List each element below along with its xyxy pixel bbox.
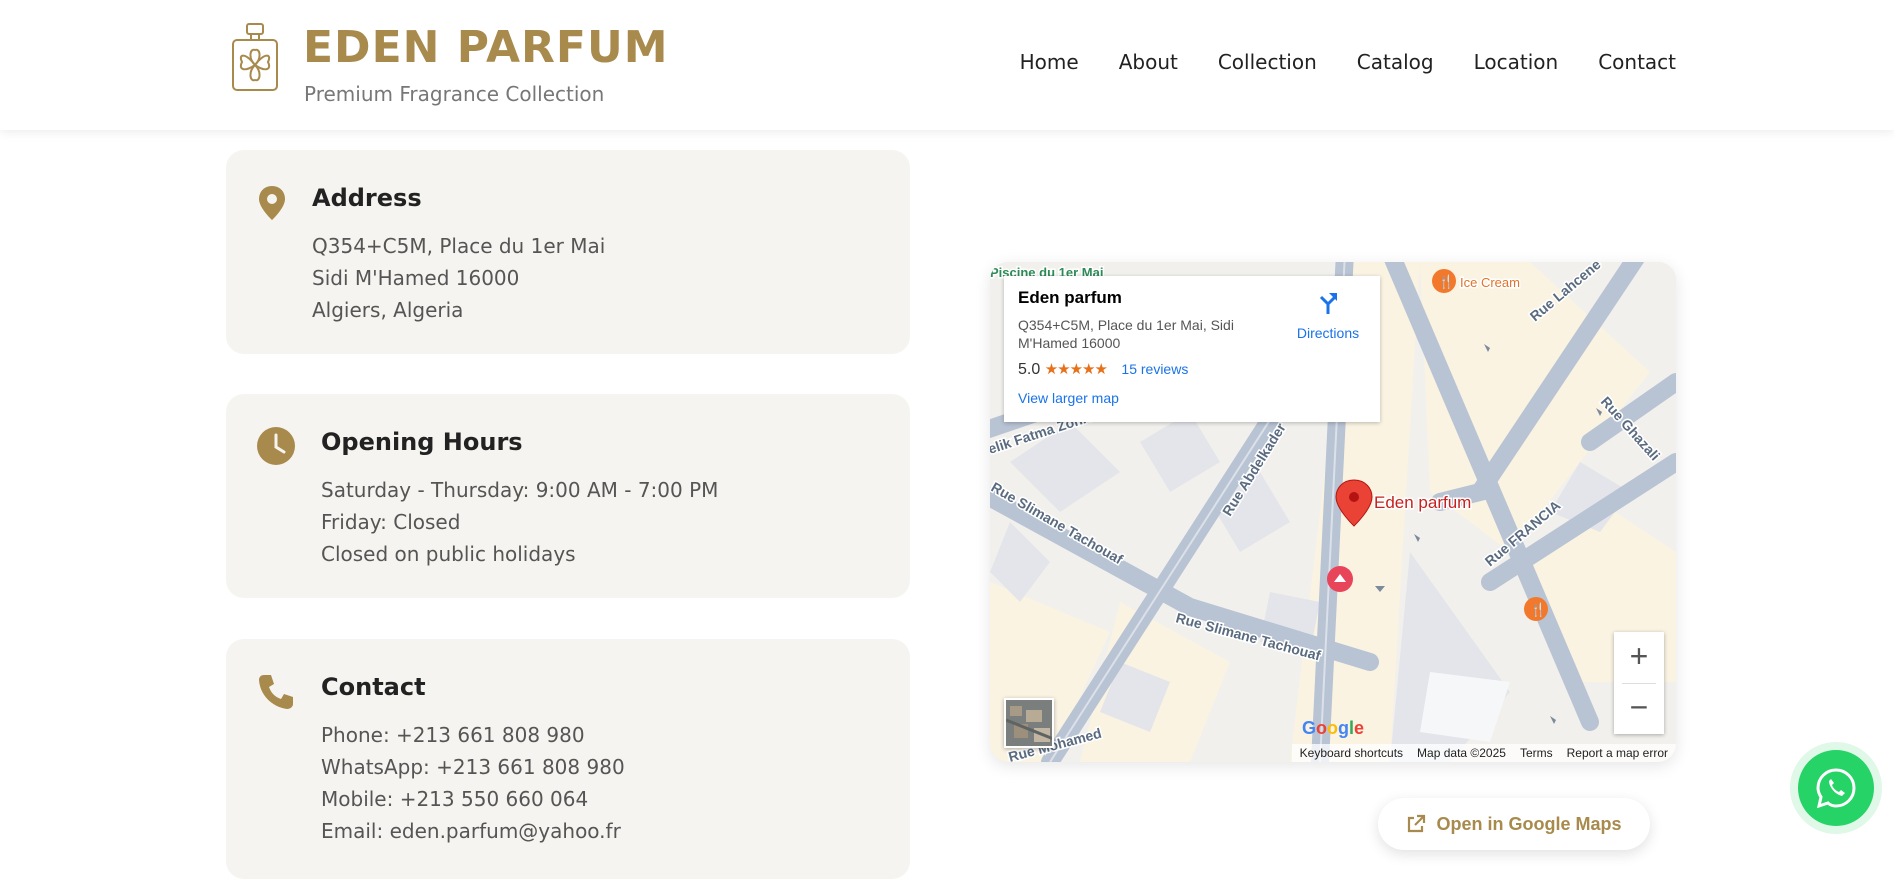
address-title: Address [312,184,422,212]
nav-contact[interactable]: Contact [1598,50,1676,74]
zoom-divider [1622,683,1656,684]
main-nav: Home About Collection Catalog Location C… [1020,50,1676,74]
nav-collection[interactable]: Collection [1218,50,1317,74]
place-rating: 5.0 ★★★★★ 15 reviews [1018,360,1188,379]
terms-link[interactable]: Terms [1520,746,1553,760]
contact-email[interactable]: Email: eden.parfum@yahoo.fr [321,815,625,847]
site-header: EDEN PARFUM Premium Fragrance Collection… [0,0,1894,130]
whatsapp-float-button[interactable] [1790,742,1882,834]
brand-tagline: Premium Fragrance Collection [304,82,605,106]
address-line: Q354+C5M, Place du 1er Mai [312,234,606,258]
nav-location[interactable]: Location [1474,50,1559,74]
contact-whatsapp[interactable]: WhatsApp: +213 661 808 980 [321,751,625,783]
location-pin-icon [259,186,285,220]
open-in-google-maps-button[interactable]: Open in Google Maps [1378,798,1650,850]
whatsapp-icon [1816,768,1856,809]
open-maps-label: Open in Google Maps [1436,813,1622,834]
directions-icon [1319,293,1337,314]
directions-button[interactable]: Directions [1288,290,1368,341]
rating-value: 5.0 [1018,361,1041,378]
nav-catalog[interactable]: Catalog [1357,50,1434,74]
restaurant-poi-icon: 🍴 [1524,597,1548,621]
poi-ice-cream-label: Ice Cream [1460,275,1520,290]
hours-line: Closed on public holidays [321,542,576,566]
hours-line: Friday: Closed [321,510,461,534]
satellite-toggle-button[interactable] [1004,698,1054,748]
svg-text:🍴: 🍴 [1438,274,1454,290]
external-link-icon [1408,814,1426,833]
report-error-link[interactable]: Report a map error [1567,746,1668,760]
contact-card: Contact Phone: +213 661 808 980 WhatsApp… [226,639,910,879]
map-footer: Keyboard shortcuts Map data ©2025 Terms … [1291,744,1676,762]
view-larger-map-link[interactable]: View larger map [1018,390,1119,406]
hours-title: Opening Hours [321,428,523,456]
keyboard-shortcuts-link[interactable]: Keyboard shortcuts [1300,746,1403,760]
nav-about[interactable]: About [1119,50,1178,74]
nav-home[interactable]: Home [1020,50,1079,74]
perfume-bottle-logo-icon[interactable] [230,22,280,92]
marker-label: Eden parfum [1374,493,1471,512]
zoom-controls: + − [1614,632,1664,734]
brand-name[interactable]: EDEN PARFUM [303,22,669,73]
whatsapp-button-inner[interactable] [1798,750,1874,826]
opening-hours-card: Opening Hours Saturday - Thursday: 9:00 … [226,394,910,598]
svg-text:🍴: 🍴 [1530,602,1546,618]
place-address: Q354+C5M, Place du 1er Mai, Sidi M'Hamed… [1018,317,1234,351]
contact-mobile[interactable]: Mobile: +213 550 660 064 [321,783,625,815]
google-logo: Google [1302,718,1365,738]
address-card: Address Q354+C5M, Place du 1er Mai Sidi … [226,150,910,354]
embedded-map[interactable]: Piscine du 1er Mai Rue Lahcene elik Fatm… [990,262,1676,762]
clock-icon [257,427,295,465]
rating-stars-icon: ★★★★★ [1044,361,1108,378]
map-data-text: Map data ©2025 [1417,746,1506,760]
phone-icon [259,675,293,709]
place-name: Eden parfum [1018,288,1122,307]
address-line: Algiers, Algeria [312,298,464,322]
place-info-card: Eden parfum Q354+C5M, Place du 1er Mai, … [1004,276,1380,422]
contact-lines: Phone: +213 661 808 980 WhatsApp: +213 6… [321,719,625,847]
ice-cream-poi-icon: 🍴 [1432,269,1456,293]
address-line: Sidi M'Hamed 16000 [312,266,520,290]
reviews-link[interactable]: 15 reviews [1121,361,1188,377]
hours-line: Saturday - Thursday: 9:00 AM - 7:00 PM [321,478,719,502]
shopping-poi-icon [1327,566,1353,592]
address-lines: Q354+C5M, Place du 1er Mai Sidi M'Hamed … [312,230,605,326]
zoom-out-button[interactable]: − [1614,683,1664,734]
zoom-in-button[interactable]: + [1614,632,1664,683]
directions-label: Directions [1296,325,1360,341]
contact-title: Contact [321,673,426,701]
contact-phone[interactable]: Phone: +213 661 808 980 [321,719,625,751]
satellite-thumbnail-icon [1006,700,1052,746]
hours-lines: Saturday - Thursday: 9:00 AM - 7:00 PM F… [321,474,718,570]
